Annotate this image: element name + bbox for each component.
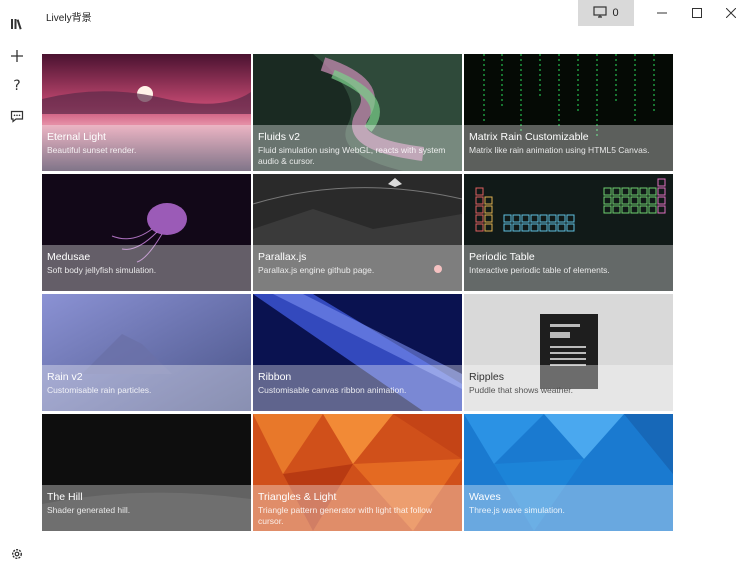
tile-description: Matrix like rain animation using HTML5 C… [469, 145, 650, 155]
tile-caption: Triangles & Light Triangle pattern gener… [253, 485, 462, 531]
tile-description: Fluid simulation using WebGL, reacts wit… [258, 145, 446, 166]
tile-title: Triangles & Light [258, 491, 337, 503]
settings-icon[interactable] [4, 541, 30, 567]
wallpaper-tile-medusae[interactable]: Medusae Soft body jellyfish simulation. [42, 174, 251, 291]
tile-title: Parallax.js [258, 251, 307, 263]
tile-caption: Rain v2 Customisable rain particles. [42, 365, 251, 411]
tile-description: Parallax.js engine github page. [258, 265, 375, 275]
tile-caption: Ripples Puddle that shows weather. [464, 365, 673, 411]
wallpaper-tile-parallax[interactable]: Parallax.js Parallax.js engine github pa… [253, 174, 462, 291]
tile-description: Shader generated hill. [47, 505, 131, 515]
tile-description: Three.js wave simulation. [469, 505, 565, 515]
tile-caption: Fluids v2 Fluid simulation using WebGL, … [253, 125, 462, 171]
wallpaper-tile-ripples[interactable]: Ripples Puddle that shows weather. [464, 294, 673, 411]
help-icon[interactable]: ? [4, 73, 30, 99]
tile-caption: Periodic Table Interactive periodic tabl… [464, 245, 673, 291]
tile-title: Fluids v2 [258, 131, 301, 143]
close-button[interactable] [712, 0, 750, 26]
minimize-button[interactable] [643, 0, 681, 26]
wallpaper-tile-periodic-table[interactable]: Periodic Table Interactive periodic tabl… [464, 174, 673, 291]
nav-rail: ? [0, 0, 33, 577]
wallpaper-tile-rain-v2[interactable]: Rain v2 Customisable rain particles. [42, 294, 251, 411]
wallpaper-tile-matrix-rain[interactable]: Matrix Rain Customizable Matrix like rai… [464, 54, 673, 171]
tile-title: Rain v2 [47, 371, 83, 383]
tile-caption: Ribbon Customisable canvas ribbon animat… [253, 365, 462, 411]
tile-description: Triangle pattern generator with light th… [258, 505, 433, 526]
wallpaper-tile-triangles-light[interactable]: Triangles & Light Triangle pattern gener… [253, 414, 462, 531]
tile-caption: Waves Three.js wave simulation. [464, 485, 673, 531]
tile-title: Matrix Rain Customizable [469, 131, 589, 143]
window-title: Lively背景 [46, 13, 92, 24]
wallpaper-tile-the-hill[interactable]: The Hill Shader generated hill. [42, 414, 251, 531]
tile-caption: Parallax.js Parallax.js engine github pa… [253, 245, 462, 291]
feedback-icon[interactable] [4, 103, 30, 129]
screen-count: 0 [612, 7, 619, 19]
screen-selector-button[interactable]: 0 [578, 0, 634, 26]
wallpaper-tile-ribbon[interactable]: Ribbon Customisable canvas ribbon animat… [253, 294, 462, 411]
tile-title: Eternal Light [47, 131, 106, 143]
monitor-icon [593, 5, 608, 21]
tile-description: Customisable canvas ribbon animation. [258, 385, 407, 395]
tile-title: Medusae [47, 251, 91, 263]
tile-title: Ripples [469, 371, 505, 383]
wallpaper-grid: Eternal Light Beautiful sunset render. F… [42, 54, 673, 531]
tile-caption: Medusae Soft body jellyfish simulation. [42, 245, 251, 291]
wallpaper-tile-fluids-v2[interactable]: Fluids v2 Fluid simulation using WebGL, … [253, 54, 462, 171]
tile-title: Ribbon [258, 371, 292, 383]
tile-description: Beautiful sunset render. [47, 145, 137, 155]
tile-title: Periodic Table [469, 251, 535, 263]
tile-description: Interactive periodic table of elements. [469, 265, 610, 275]
tile-title: The Hill [47, 491, 83, 503]
library-icon[interactable] [4, 11, 30, 37]
tile-caption: Eternal Light Beautiful sunset render. [42, 125, 251, 171]
tile-description: Soft body jellyfish simulation. [47, 265, 157, 275]
app-window: ? Lively背景 0 Eternal Light Beautiful sun… [0, 0, 750, 577]
tile-title: Waves [469, 491, 501, 503]
wallpaper-tile-eternal-light[interactable]: Eternal Light Beautiful sunset render. [42, 54, 251, 171]
add-icon[interactable] [4, 43, 30, 69]
tile-description: Customisable rain particles. [47, 385, 152, 395]
tile-description: Puddle that shows weather. [469, 385, 573, 395]
wallpaper-tile-waves[interactable]: Waves Three.js wave simulation. [464, 414, 673, 531]
maximize-button[interactable] [678, 0, 716, 26]
tile-caption: The Hill Shader generated hill. [42, 485, 251, 531]
tile-caption: Matrix Rain Customizable Matrix like rai… [464, 125, 673, 171]
